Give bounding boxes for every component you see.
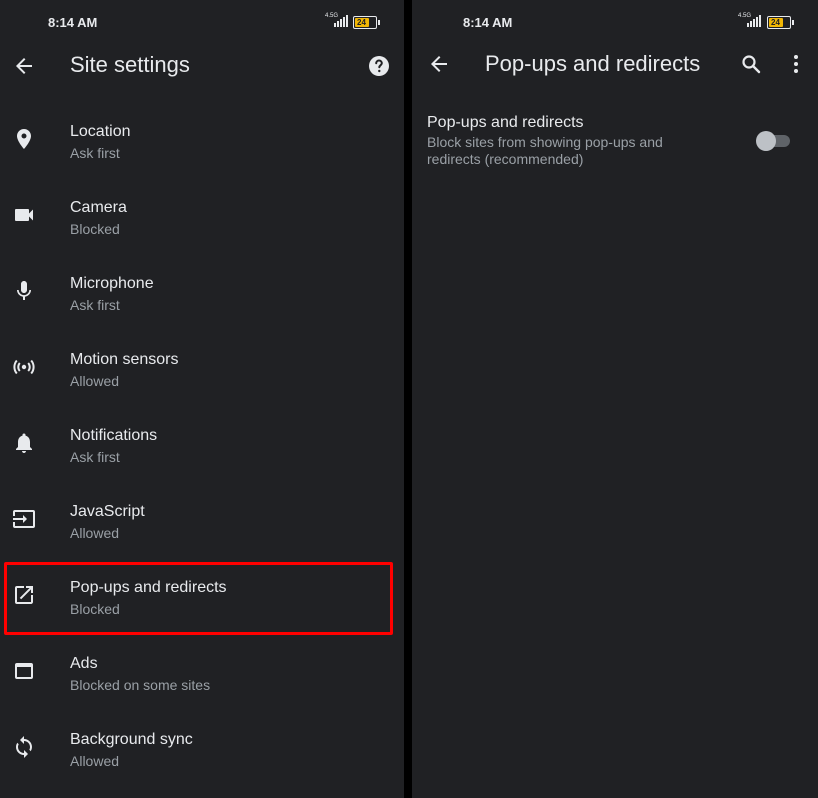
popups-toggle[interactable] xyxy=(756,130,792,151)
site-settings-screen: 8:14 AM 4.5G 24 Site settings Location A… xyxy=(0,0,404,798)
ads-window-icon xyxy=(12,659,36,683)
status-bar: 8:14 AM 4.5G 24 xyxy=(0,0,404,42)
setting-status: Ask first xyxy=(70,297,120,313)
setting-status: Allowed xyxy=(70,753,120,769)
setting-row-notifications[interactable]: Notifications Ask first xyxy=(0,408,404,484)
motion-sensors-icon xyxy=(12,355,36,379)
setting-row-ads[interactable]: Ads Blocked on some sites xyxy=(0,636,404,712)
open-in-new-icon xyxy=(12,583,36,607)
setting-row-location[interactable]: Location Ask first xyxy=(0,104,404,180)
setting-status: Ask first xyxy=(70,145,120,161)
sync-icon xyxy=(12,735,36,759)
search-icon[interactable] xyxy=(739,52,763,76)
popups-setting[interactable]: Pop-ups and redirects Block sites from s… xyxy=(427,112,697,168)
setting-label: Location xyxy=(70,123,131,140)
setting-status: Allowed xyxy=(70,373,120,389)
javascript-icon xyxy=(12,507,36,531)
setting-label: Microphone xyxy=(70,275,154,292)
toolbar: Site settings xyxy=(0,40,404,92)
toggle-thumb xyxy=(756,131,776,151)
battery-icon: 24 xyxy=(767,16,794,29)
status-time: 8:14 AM xyxy=(48,15,98,30)
battery-level: 24 xyxy=(771,18,780,27)
setting-status: Blocked xyxy=(70,601,120,617)
setting-description: Block sites from showing pop-ups and red… xyxy=(427,134,663,167)
status-bar: 8:14 AM 4.5G 24 xyxy=(412,0,818,42)
back-arrow-icon[interactable] xyxy=(427,52,451,76)
page-title: Pop-ups and redirects xyxy=(485,51,701,76)
setting-label: Camera xyxy=(70,199,127,216)
bell-icon xyxy=(12,431,36,455)
setting-status: Blocked xyxy=(70,221,120,237)
setting-row-motion-sensors[interactable]: Motion sensors Allowed xyxy=(0,332,404,408)
setting-row-javascript[interactable]: JavaScript Allowed xyxy=(0,484,404,560)
setting-row-popups-redirects[interactable]: Pop-ups and redirects Blocked xyxy=(0,560,404,636)
setting-label: Background sync xyxy=(70,731,193,748)
battery-icon: 24 xyxy=(353,16,380,29)
location-pin-icon xyxy=(12,127,36,151)
setting-label: Notifications xyxy=(70,427,158,444)
signal-icon xyxy=(334,14,348,27)
more-options-icon[interactable] xyxy=(784,52,808,76)
microphone-icon xyxy=(12,279,36,303)
setting-row-background-sync[interactable]: Background sync Allowed xyxy=(0,712,404,788)
setting-status: Blocked on some sites xyxy=(70,677,211,693)
screen-divider xyxy=(404,0,412,798)
page-title: Site settings xyxy=(70,52,190,77)
setting-title: Pop-ups and redirects xyxy=(427,114,584,131)
setting-status: Allowed xyxy=(70,525,120,541)
back-arrow-icon[interactable] xyxy=(12,54,36,78)
setting-row-microphone[interactable]: Microphone Ask first xyxy=(0,256,404,332)
help-icon[interactable] xyxy=(367,54,391,78)
setting-label: Pop-ups and redirects xyxy=(70,579,227,596)
setting-status: Ask first xyxy=(70,449,120,465)
popups-redirects-screen: 8:14 AM 4.5G 24 Pop-ups and redirects Po… xyxy=(412,0,818,798)
camera-icon xyxy=(12,203,36,227)
toolbar: Pop-ups and redirects xyxy=(412,40,818,92)
site-settings-list: Location Ask first Camera Blocked Microp… xyxy=(0,104,404,788)
setting-label: Ads xyxy=(70,655,98,672)
battery-level: 24 xyxy=(357,18,366,27)
signal-icon xyxy=(747,14,761,27)
setting-label: JavaScript xyxy=(70,503,145,520)
setting-label: Motion sensors xyxy=(70,351,179,368)
setting-row-camera[interactable]: Camera Blocked xyxy=(0,180,404,256)
status-time: 8:14 AM xyxy=(463,15,513,30)
